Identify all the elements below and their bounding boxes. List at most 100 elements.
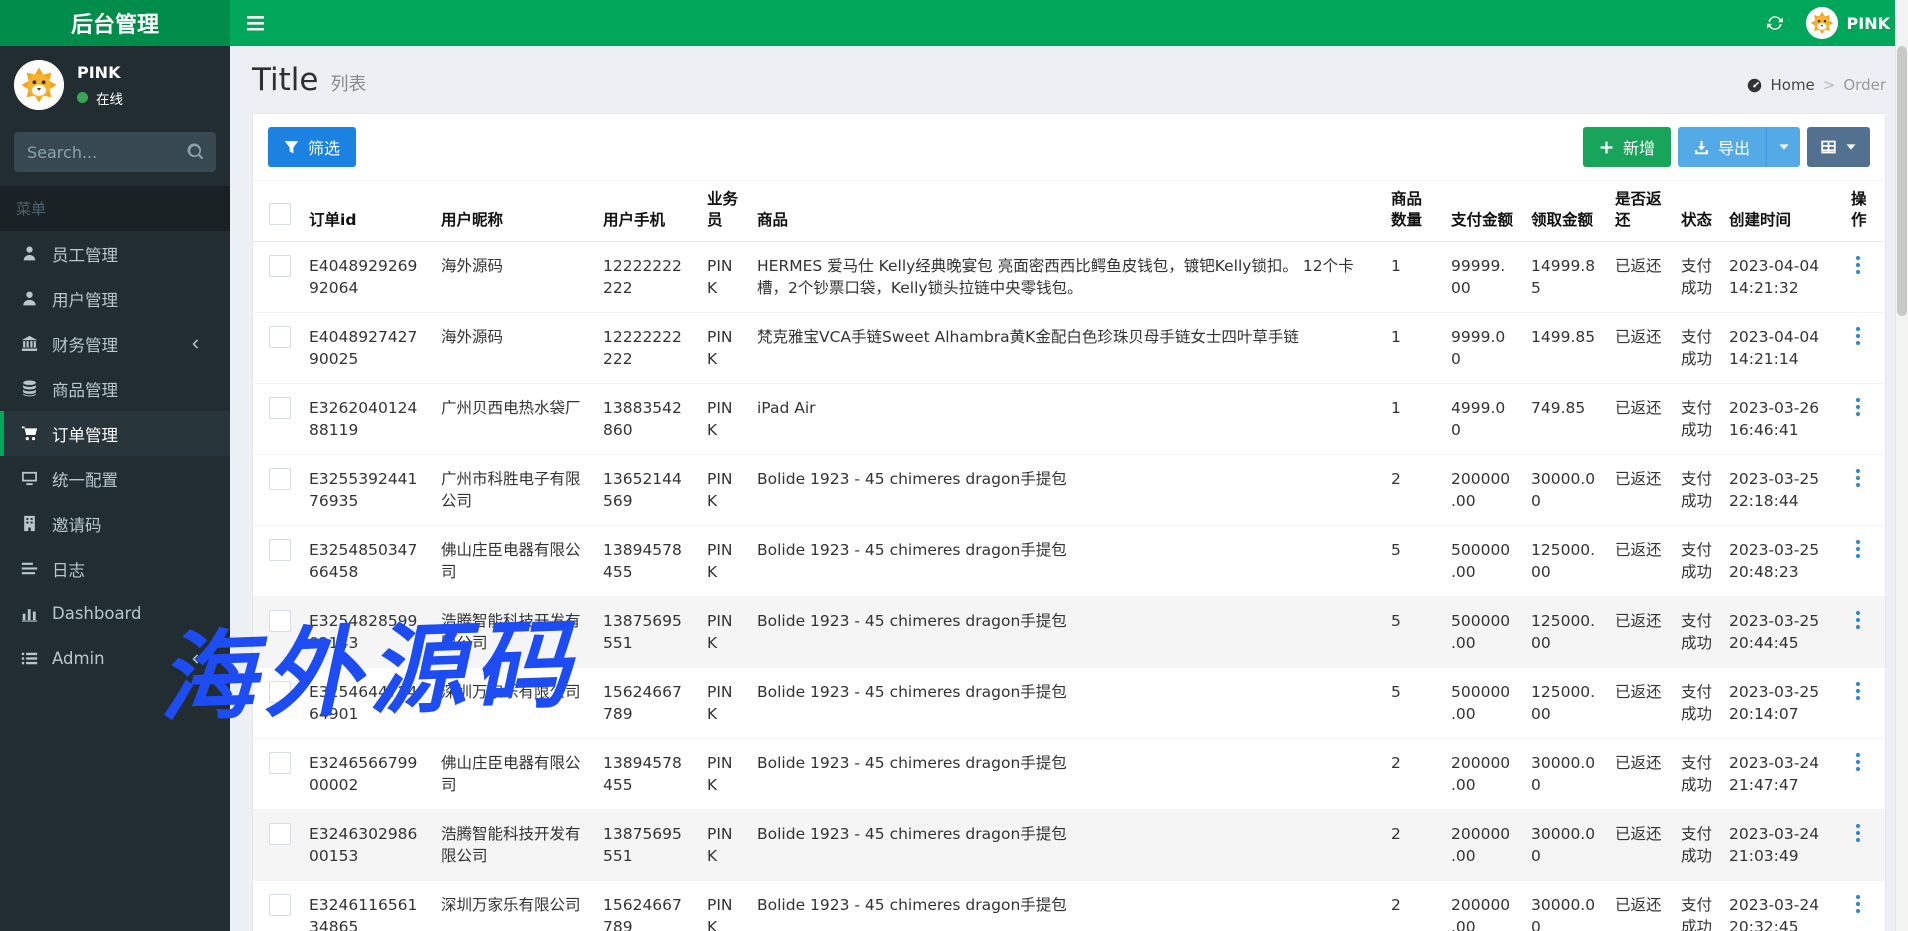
- row-actions-button[interactable]: [1851, 326, 1865, 346]
- refresh-icon: [1766, 14, 1784, 32]
- check-cell: [253, 808, 301, 881]
- sidebar-toggle-button[interactable]: [230, 0, 280, 46]
- sidebar-item-商品管理[interactable]: 商品管理: [0, 366, 230, 411]
- row-actions-button[interactable]: [1851, 468, 1865, 488]
- row-checkbox[interactable]: [269, 893, 291, 916]
- status-cell: 支付成功: [1673, 595, 1721, 668]
- agent-cell: PINK: [699, 382, 749, 455]
- nickname-cell: 海外源码: [433, 311, 595, 384]
- receive-cell: 1499.85: [1523, 311, 1607, 384]
- add-button[interactable]: 新增: [1582, 127, 1671, 167]
- id-cell: E325485034766458: [301, 524, 433, 597]
- product-cell: Bolide 1923 - 45 chimeres dragon手提包: [749, 595, 1383, 668]
- table-row: E324656679900002 佛山庄臣电器有限公司 13894578455 PIN…: [253, 737, 1885, 810]
- sidebar-item-邀请码[interactable]: 邀请码: [0, 501, 230, 546]
- column-header-id: 订单id: [301, 180, 433, 242]
- row-checkbox[interactable]: [269, 325, 291, 348]
- row-actions-button[interactable]: [1851, 539, 1865, 559]
- sidebar-item-员工管理[interactable]: 员工管理: [0, 231, 230, 276]
- sidebar-item-订单管理[interactable]: 订单管理: [0, 411, 230, 456]
- search-input[interactable]: [14, 132, 216, 172]
- sidebar-user-status[interactable]: 在线: [77, 88, 123, 108]
- chevron-left-icon: [189, 652, 201, 666]
- topbar: 后台管理 PINK: [0, 0, 1908, 46]
- sidebar-item-label: 财务管理: [52, 335, 118, 355]
- export-button[interactable]: 导出: [1677, 127, 1766, 167]
- created-cell: 2023-03-26 16:46:41: [1721, 382, 1843, 455]
- app-logo[interactable]: 后台管理: [0, 0, 230, 46]
- row-actions-button[interactable]: [1851, 823, 1865, 843]
- row-checkbox[interactable]: [269, 822, 291, 845]
- row-actions-button[interactable]: [1851, 255, 1865, 275]
- receive-cell: 125000.00: [1523, 666, 1607, 739]
- created-cell: 2023-03-24 21:03:49: [1721, 808, 1843, 881]
- product-cell: 梵克雅宝VCA手链Sweet Alhambra黄K金配白色珍珠贝母手链女士四叶草…: [749, 311, 1383, 384]
- sidebar-item-财务管理[interactable]: 财务管理: [0, 321, 230, 366]
- sidebar-item-用户管理[interactable]: 用户管理: [0, 276, 230, 321]
- page-subtitle: 列表: [330, 74, 367, 95]
- row-actions-button[interactable]: [1851, 610, 1865, 630]
- row-checkbox[interactable]: [269, 396, 291, 419]
- column-header-action: 操作: [1843, 180, 1885, 242]
- table-row: E325485034766458 佛山庄臣电器有限公司 13894578455 PIN…: [253, 524, 1885, 597]
- filter-button[interactable]: 筛选: [268, 127, 357, 167]
- export-button-group: 导出: [1677, 127, 1800, 167]
- phone-cell: 13652144569: [595, 453, 699, 526]
- row-checkbox[interactable]: [269, 609, 291, 632]
- columns-toggle-button[interactable]: [1807, 127, 1870, 167]
- pay-cell: 200000.00: [1443, 879, 1523, 931]
- status-cell: 支付成功: [1673, 666, 1721, 739]
- table-header-row: 订单id 用户昵称 用户手机 业务员 商品 商品数量 支付金额 领取金额 是否返还 状态 创建时间操…: [253, 180, 1885, 242]
- row-checkbox[interactable]: [269, 751, 291, 774]
- row-actions-button[interactable]: [1851, 681, 1865, 701]
- qty-cell: 2: [1383, 879, 1443, 931]
- database-icon: [20, 380, 39, 397]
- action-cell: [1843, 524, 1885, 597]
- breadcrumb-current: Order: [1843, 76, 1886, 94]
- breadcrumb-separator: >: [1822, 76, 1836, 94]
- topbar-user-menu[interactable]: PINK: [1798, 0, 1908, 46]
- export-dropdown-button[interactable]: [1766, 127, 1800, 167]
- check-cell: [253, 879, 301, 931]
- breadcrumb-home-link[interactable]: Home: [1770, 76, 1814, 94]
- sidebar-item-Admin[interactable]: Admin: [0, 636, 230, 681]
- add-button-label: 新增: [1622, 139, 1655, 158]
- download-icon: [1694, 140, 1709, 155]
- search-icon[interactable]: [187, 143, 205, 161]
- navbar: PINK: [230, 0, 1908, 46]
- window-scrollbar[interactable]: [1895, 0, 1908, 931]
- export-button-label: 导出: [1717, 139, 1750, 158]
- agent-cell: PINK: [699, 595, 749, 668]
- created-cell: 2023-03-25 20:14:07: [1721, 666, 1843, 739]
- row-actions-button[interactable]: [1851, 894, 1865, 914]
- phone-cell: 13894578455: [595, 524, 699, 597]
- lion-avatar-icon: [14, 60, 64, 110]
- row-checkbox[interactable]: [269, 538, 291, 561]
- phone-cell: 15624667789: [595, 879, 699, 931]
- receive-cell: 30000.00: [1523, 453, 1607, 526]
- created-cell: 2023-03-24 21:47:47: [1721, 737, 1843, 810]
- row-checkbox[interactable]: [269, 680, 291, 703]
- row-checkbox[interactable]: [269, 467, 291, 490]
- row-actions-button[interactable]: [1851, 752, 1865, 772]
- admin-icon: [20, 650, 39, 667]
- select-all-checkbox[interactable]: [269, 202, 291, 225]
- bank-icon: [20, 335, 39, 352]
- receive-cell: 30000.00: [1523, 808, 1607, 881]
- row-actions-button[interactable]: [1851, 397, 1865, 417]
- refresh-button[interactable]: [1752, 0, 1798, 46]
- created-cell: 2023-04-04 14:21:32: [1729, 256, 1820, 297]
- scrollbar-thumb[interactable]: [1897, 46, 1907, 316]
- qty-cell: 2: [1383, 453, 1443, 526]
- sidebar-item-日志[interactable]: 日志: [0, 546, 230, 591]
- orders-card: 筛选 新增 导出 订单id 用户昵称 用户手机 业务员 商品 商品数量 支付金额…: [252, 113, 1886, 931]
- qty-cell: 5: [1383, 666, 1443, 739]
- phone-cell: 12222222222: [595, 311, 699, 384]
- action-cell: [1843, 879, 1885, 931]
- orders-table: 订单id 用户昵称 用户手机 业务员 商品 商品数量 支付金额 领取金额 是否返还 状态 创建时间操…: [253, 180, 1885, 931]
- sidebar-item-Dashboard[interactable]: Dashboard: [0, 591, 230, 636]
- created-cell: 2023-03-24 20:32:45: [1721, 879, 1843, 931]
- sidebar-item-统一配置[interactable]: 统一配置: [0, 456, 230, 501]
- row-checkbox[interactable]: [269, 254, 291, 277]
- main-content: Title 列表 Home > Order 筛选 新增 导出 订单id 用户昵称…: [230, 46, 1908, 931]
